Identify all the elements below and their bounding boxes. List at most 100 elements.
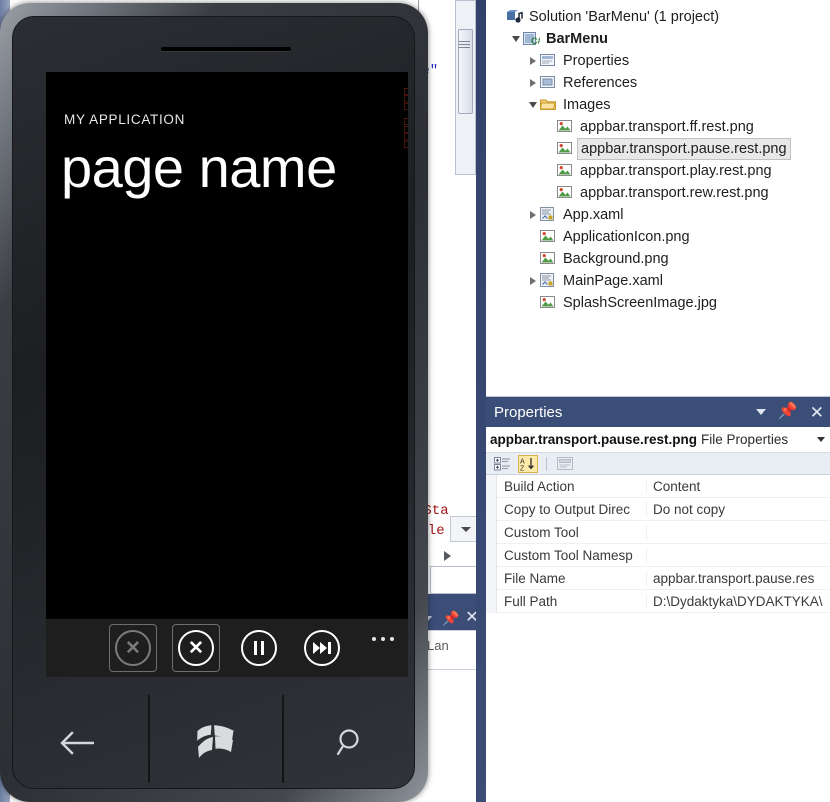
tree-indent-spacer [543, 186, 557, 200]
chevron-down-icon[interactable] [817, 437, 825, 442]
solution-tree-item-label: BarMenu [546, 31, 609, 47]
solution-tree-item[interactable]: appbar.transport.rew.rest.png [486, 182, 830, 204]
image-icon [540, 229, 558, 245]
property-row-gutter [486, 474, 497, 498]
chevron-down-icon[interactable] [526, 98, 540, 112]
chevron-down-icon[interactable] [509, 32, 523, 46]
panel-title: Properties [494, 403, 563, 421]
categorized-view-icon[interactable] [492, 455, 512, 473]
property-row-gutter [486, 589, 497, 613]
property-name: Copy to Output Direc [497, 501, 647, 517]
solution-tree-item[interactable]: SplashScreenImage.jpg [486, 292, 830, 314]
hardware-search-button[interactable] [284, 691, 418, 795]
property-row[interactable]: Build Action Content [486, 474, 830, 498]
perf-line-1: □□□ □□□□ [400, 88, 408, 149]
tree-indent-spacer [543, 120, 557, 134]
solution-tree-item[interactable]: References [486, 72, 830, 94]
property-row-gutter [486, 543, 497, 567]
properties-toolbar[interactable]: A Z [486, 453, 830, 475]
selected-object-type: File Properties [701, 432, 789, 447]
ellipsis-dot [390, 637, 394, 641]
scrollbar-grip-icon [459, 39, 470, 48]
solution-tree-item[interactable]: C# BarMenu [486, 28, 830, 50]
code-editor-scrollbar[interactable] [455, 0, 476, 175]
properties-panel[interactable]: Properties 📌 ✕ appbar.transport.pause.re… [486, 396, 830, 802]
chevron-down-icon[interactable] [755, 409, 766, 415]
property-value[interactable]: Do not copy [647, 502, 830, 517]
solution-tree-item-label: appbar.transport.rew.rest.png [580, 185, 769, 201]
solution-tree-item-label: Properties [563, 53, 630, 69]
solution-tree-item[interactable]: MainPage.xaml [486, 270, 830, 292]
solution-tree-item-label: Background.png [563, 251, 669, 267]
hardware-back-button[interactable] [10, 691, 148, 795]
svg-text:Z: Z [520, 465, 525, 471]
alphabetical-sort-icon[interactable]: A Z [518, 454, 538, 473]
solution-tree-item-label: appbar.transport.ff.rest.png [580, 119, 754, 135]
solution-tree-item[interactable]: Solution 'BarMenu' (1 project) [486, 6, 830, 28]
screenshot-root: ne" [Sta cyle 📌 ✕ Lan [0, 0, 830, 802]
chevron-right-icon[interactable] [526, 54, 540, 68]
tree-indent-spacer [543, 164, 557, 178]
pin-icon[interactable]: 📌 [442, 611, 459, 625]
solution-tree-item[interactable]: Images [486, 94, 830, 116]
solution-tree-item[interactable]: ApplicationIcon.png [486, 226, 830, 248]
chevron-down-icon [461, 527, 471, 532]
svg-text:A: A [520, 458, 525, 465]
properties-title-actions: 📌 ✕ [755, 397, 824, 427]
references-icon [540, 75, 558, 91]
properties-object-selector[interactable]: appbar.transport.pause.rest.png File Pro… [486, 427, 830, 453]
column-header-language: Lan [427, 638, 449, 653]
chevron-right-icon[interactable] [526, 274, 540, 288]
appbar-button-cancel-dim[interactable]: ✕ [115, 630, 151, 666]
close-icon[interactable]: ✕ [810, 404, 824, 421]
properties-grid[interactable]: Build Action Content Copy to Output Direc D… [486, 474, 830, 613]
property-row[interactable]: File Name appbar.transport.pause.res [486, 566, 830, 590]
image-icon [557, 119, 575, 135]
tree-indent-spacer [492, 10, 506, 24]
chevron-right-icon[interactable] [526, 76, 540, 90]
solution-tree-item-label: Solution 'BarMenu' (1 project) [529, 9, 720, 25]
run-arrow-icon[interactable] [440, 549, 456, 563]
earpiece-speaker [161, 47, 291, 51]
property-name: Custom Tool Namesp [497, 547, 647, 563]
tree-indent-spacer [543, 142, 557, 156]
property-row[interactable]: Full Path D:\Dydaktyka\DYDAKTYKA\ [486, 589, 830, 613]
solution-tree-item[interactable]: appbar.transport.ff.rest.png [486, 116, 830, 138]
solution-tree-item[interactable]: Properties [486, 50, 830, 72]
solution-tree-item[interactable]: appbar.transport.play.rest.png [486, 160, 830, 182]
tree-indent-spacer [526, 252, 540, 266]
solution-tree[interactable]: Solution 'BarMenu' (1 project) C# BarMenu P… [486, 6, 830, 314]
appbar-button-cancel[interactable]: ✕ [178, 630, 214, 666]
solution-tree-item-label: Images [563, 97, 611, 113]
solution-icon [506, 9, 524, 25]
property-row-gutter [486, 497, 497, 521]
solution-tree-item[interactable]: appbar.transport.pause.rest.png [486, 138, 830, 160]
property-row[interactable]: Custom Tool Namesp [486, 543, 830, 567]
hardware-start-button[interactable] [150, 691, 282, 795]
property-row[interactable]: Custom Tool [486, 520, 830, 544]
solution-explorer[interactable]: Solution 'BarMenu' (1 project) C# BarMenu P… [486, 0, 830, 396]
property-value[interactable]: Content [647, 479, 830, 494]
chevron-right-icon[interactable] [526, 208, 540, 222]
phone-screen[interactable]: MY APPLICATION page name □□□ □□□□ □□□□□ … [46, 72, 408, 677]
property-row-gutter [486, 566, 497, 590]
solution-tree-item[interactable]: App.xaml [486, 204, 830, 226]
property-value[interactable]: appbar.transport.pause.res [647, 571, 830, 586]
appbar-button-pause[interactable] [241, 630, 277, 666]
ellipsis-dot [372, 637, 376, 641]
application-bar: ✕ ✕ [46, 619, 408, 677]
appbar-button-fast-forward[interactable] [304, 630, 340, 666]
close-icon: ✕ [125, 637, 141, 659]
property-pages-icon[interactable] [555, 455, 575, 473]
solution-tree-item-label: ApplicationIcon.png [563, 229, 690, 245]
pin-icon[interactable]: 📌 [778, 404, 798, 420]
solution-tree-item-label: References [563, 75, 638, 91]
property-value[interactable]: D:\Dydaktyka\DYDAKTYKA\ [647, 594, 830, 609]
close-icon: ✕ [188, 637, 204, 659]
property-row[interactable]: Copy to Output Direc Do not copy [486, 497, 830, 521]
solution-tree-item[interactable]: Background.png [486, 248, 830, 270]
appbar-more-button[interactable] [372, 637, 394, 641]
page-title: page name [61, 136, 337, 199]
phone-emulator[interactable]: MY APPLICATION page name □□□ □□□□ □□□□□ … [0, 3, 428, 802]
properties-icon [540, 53, 558, 69]
